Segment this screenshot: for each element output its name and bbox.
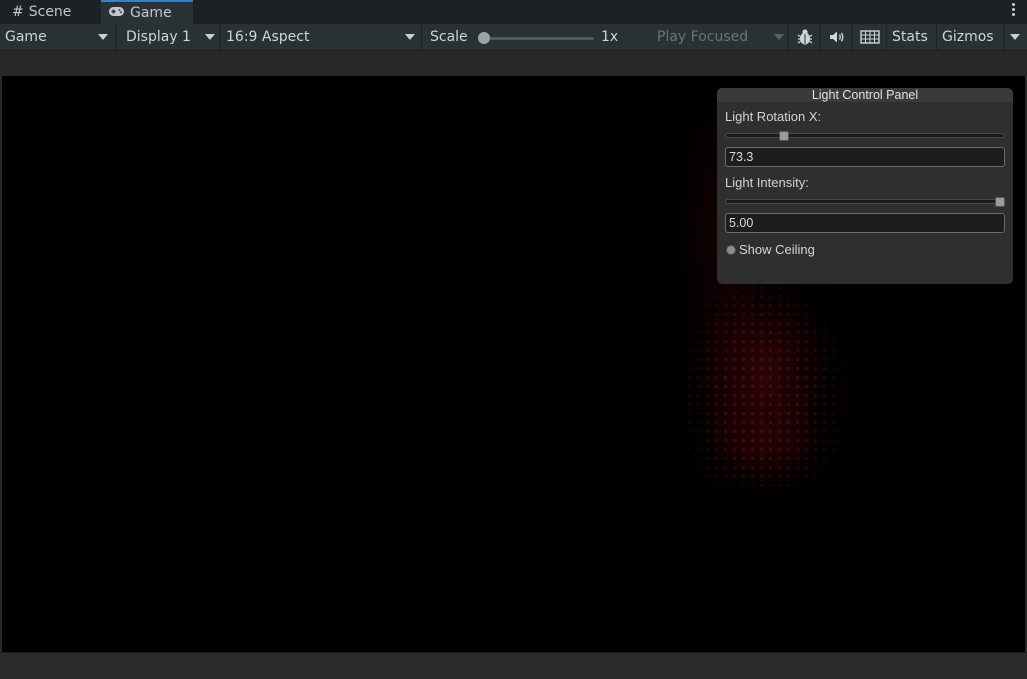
keyboard-shortcuts-button[interactable] xyxy=(853,24,887,50)
show-ceiling-toggle[interactable]: Show Ceiling xyxy=(726,242,815,257)
speaker-icon xyxy=(829,31,843,43)
gamepad-icon xyxy=(108,5,125,21)
display-label: Display 1 xyxy=(126,29,191,45)
chevron-down-icon xyxy=(98,34,108,40)
bug-toggle-button[interactable] xyxy=(789,24,821,50)
scale-value: 1x xyxy=(601,29,619,45)
bug-icon xyxy=(797,29,812,45)
rotation-label: Light Rotation X: xyxy=(725,109,822,124)
keyboard-icon xyxy=(859,30,880,44)
show-ceiling-label: Show Ceiling xyxy=(739,242,815,257)
status-bar xyxy=(0,652,1027,679)
rotation-slider[interactable] xyxy=(725,133,1005,138)
scale-slider-track[interactable] xyxy=(486,37,594,40)
stats-label: Stats xyxy=(892,29,928,45)
chevron-down-icon xyxy=(774,34,784,40)
scale-label: Scale xyxy=(430,29,468,45)
tab-scene[interactable]: # Scene xyxy=(6,0,98,24)
game-toolbar: Game Display 1 16:9 Aspect Scale 1x Play… xyxy=(0,24,1027,51)
tab-scene-label: Scene xyxy=(28,4,72,20)
tab-game[interactable]: Game xyxy=(101,0,193,24)
red-light-pattern xyxy=(667,256,857,486)
scale-slider-handle[interactable] xyxy=(478,32,490,44)
rotation-slider-handle[interactable] xyxy=(779,131,789,141)
intensity-field[interactable]: 5.00 xyxy=(725,213,1005,233)
intensity-slider[interactable] xyxy=(725,199,1005,204)
gizmos-label: Gizmos xyxy=(942,29,994,45)
chevron-down-icon xyxy=(1010,34,1020,40)
view-mode-label: Game xyxy=(5,29,47,45)
panel-title[interactable]: Light Control Panel xyxy=(717,88,1013,102)
rotation-field[interactable]: 73.3 xyxy=(725,147,1005,167)
intensity-label: Light Intensity: xyxy=(725,175,809,190)
intensity-slider-handle[interactable] xyxy=(995,197,1005,207)
light-control-panel: Light Control Panel Light Rotation X: 73… xyxy=(717,88,1013,284)
tab-game-label: Game xyxy=(130,5,172,21)
gizmos-button[interactable]: Gizmos xyxy=(937,24,1005,50)
chevron-down-icon xyxy=(205,34,215,40)
play-mode-dropdown[interactable]: Play Focused xyxy=(650,24,789,50)
aspect-label: 16:9 Aspect xyxy=(226,29,310,45)
toolbar-spacer xyxy=(0,51,1027,76)
mute-audio-button[interactable] xyxy=(821,24,853,50)
toggle-indicator xyxy=(726,244,736,255)
hash-grid-icon: # xyxy=(12,4,24,20)
view-mode-dropdown[interactable]: Game xyxy=(0,24,117,50)
window-tab-bar: # Scene Game xyxy=(0,0,1027,24)
aspect-dropdown[interactable]: 16:9 Aspect xyxy=(221,24,422,50)
chevron-down-icon xyxy=(405,34,415,40)
stats-button[interactable]: Stats xyxy=(887,24,937,50)
gizmos-dropdown[interactable] xyxy=(1005,24,1027,50)
play-mode-label: Play Focused xyxy=(657,29,749,45)
kebab-menu-icon[interactable] xyxy=(1012,3,1016,19)
display-dropdown[interactable]: Display 1 xyxy=(117,24,221,50)
